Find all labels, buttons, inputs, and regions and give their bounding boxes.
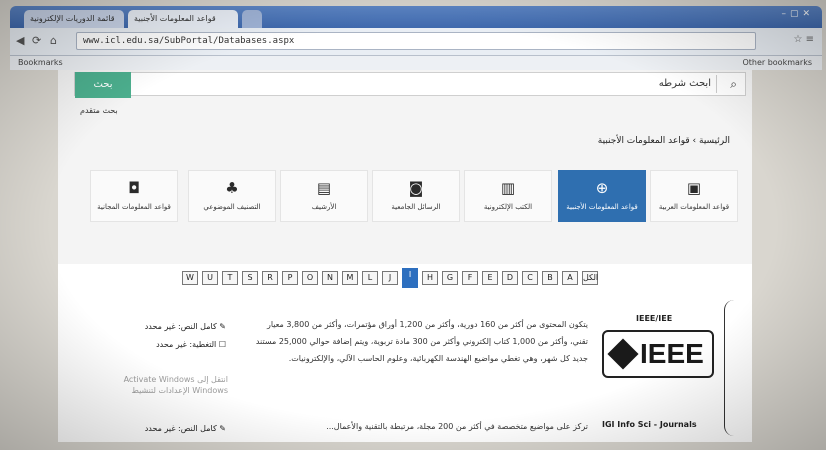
logo-text: IEEE	[640, 338, 704, 369]
alphabet-letter[interactable]: P	[282, 271, 298, 285]
free-db-icon: ◘	[128, 179, 140, 197]
category-label: قواعد المعلومات العربية	[658, 203, 730, 211]
fulltext-label: ✎ كامل النص: غير محدد	[144, 424, 226, 433]
category-label: الأرشيف	[311, 203, 337, 211]
database-icon: ▣	[686, 179, 702, 197]
search-bar: بحث ابحث شرطه ⌕	[74, 72, 746, 98]
coverage-value: التغطية: غير محدد	[156, 340, 217, 349]
alphabet-filter-band: الكل A B C D E F G H I J L M N O P R S T U W	[58, 264, 752, 292]
alphabet-letter[interactable]: O	[302, 271, 318, 285]
entry-title[interactable]: IGI Info Sci - Journals	[602, 420, 697, 429]
category-theses[interactable]: ◙ الرسائل الجامعية	[372, 170, 460, 222]
search-input[interactable]: ابحث شرطه	[659, 78, 711, 89]
category-label: قواعد المعلومات المجانية	[97, 203, 171, 211]
category-label: الكتب الإلكترونية	[483, 203, 533, 211]
browser-tab-bar: قائمة الدوريات الإلكترونية قواعد المعلوم…	[10, 6, 822, 28]
alphabet-letter[interactable]: N	[322, 271, 338, 285]
category-foreign-databases[interactable]: ⊕ قواعد المعلومات الأجنبية	[558, 170, 646, 222]
alphabet-letter[interactable]: C	[522, 271, 538, 285]
coverage-label: ☐ التغطية: غير محدد	[156, 340, 226, 349]
breadcrumb[interactable]: الرئيسية › قواعد المعلومات الأجنبية	[598, 136, 730, 146]
category-subject-classification[interactable]: ♣ التصنيف الموضوعي	[188, 170, 276, 222]
alphabet-letter[interactable]: E	[482, 271, 498, 285]
fulltext-value: كامل النص: غير محدد	[144, 322, 217, 331]
alphabet-letter[interactable]: B	[542, 271, 558, 285]
new-tab-button[interactable]	[242, 10, 262, 28]
window-controls[interactable]: –▢✕	[781, 9, 814, 19]
category-arabic-databases[interactable]: ▣ قواعد المعلومات العربية	[650, 170, 738, 222]
alphabet-letter[interactable]: M	[342, 271, 358, 285]
browser-toolbar: ◀ ⟳ ⌂ www.icl.edu.sa/SubPortal/Databases…	[10, 28, 822, 56]
alphabet-letter[interactable]: R	[262, 271, 278, 285]
alphabet-letter[interactable]: D	[502, 271, 518, 285]
fulltext-value: كامل النص: غير محدد	[144, 424, 217, 433]
star-icon[interactable]: ☆ ≡	[793, 34, 814, 45]
alphabet-letter[interactable]: S	[242, 271, 258, 285]
browser-tab-active[interactable]: قواعد المعلومات الأجنبية	[128, 10, 238, 28]
alphabet-letter[interactable]: H	[422, 271, 438, 285]
category-tiles: ▣ قواعد المعلومات العربية ⊕ قواعد المعلو…	[90, 170, 738, 222]
archive-icon: ▤	[316, 179, 332, 197]
fulltext-label: ✎ كامل النص: غير محدد	[144, 322, 226, 331]
alphabet-letter[interactable]: F	[462, 271, 478, 285]
category-label: الرسائل الجامعية	[391, 203, 441, 211]
globe-icon: ⊕	[595, 179, 609, 197]
browser-tab[interactable]: قائمة الدوريات الإلكترونية	[24, 10, 124, 28]
back-icon[interactable]: ◀	[16, 34, 24, 47]
bookmarks-label[interactable]: Bookmarks	[18, 58, 63, 67]
category-free-databases[interactable]: ◘ قواعد المعلومات المجانية	[90, 170, 178, 222]
address-bar[interactable]: www.icl.edu.sa/SubPortal/Databases.aspx	[76, 32, 756, 50]
database-list: IEEE/IEE IEEE يتكون المحتوى من أكثر من 1…	[58, 292, 752, 442]
category-ebooks[interactable]: ▥ الكتب الإلكترونية	[464, 170, 552, 222]
bookmarks-bar: Bookmarks Other bookmarks	[10, 56, 822, 70]
sitemap-icon: ♣	[225, 179, 239, 197]
entry-description: يتكون المحتوى من أكثر من 160 دورية، وأكث…	[255, 320, 588, 363]
search-icon[interactable]: ⌕	[730, 77, 737, 92]
other-bookmarks[interactable]: Other bookmarks	[742, 58, 812, 67]
advanced-search-link[interactable]: بحث متقدم	[80, 106, 118, 115]
reload-icon[interactable]: ⟳	[32, 34, 41, 47]
alphabet-letter[interactable]: G	[442, 271, 458, 285]
alphabet-letter[interactable]: A	[562, 271, 578, 285]
home-icon[interactable]: ⌂	[50, 34, 57, 47]
alphabet-letter[interactable]: الكل	[582, 271, 598, 285]
brace-decoration	[724, 300, 736, 436]
entry-description: تركز على مواضيع متخصصة في أكثر من 200 مج…	[326, 422, 588, 431]
category-label: التصنيف الموضوعي	[203, 203, 261, 211]
divider	[716, 75, 717, 93]
search-button[interactable]: بحث	[75, 72, 131, 98]
alphabet-letter[interactable]: L	[362, 271, 378, 285]
book-icon: ▥	[500, 179, 516, 197]
alphabet-letter[interactable]: I	[402, 268, 418, 288]
alphabet-letter[interactable]: J	[382, 271, 398, 285]
ieee-diamond-icon	[607, 338, 639, 370]
thesis-icon: ◙	[408, 179, 424, 197]
alphabet-letter[interactable]: T	[222, 271, 238, 285]
ieee-logo[interactable]: IEEE	[602, 330, 714, 378]
alphabet-letter[interactable]: W	[182, 271, 198, 285]
windows-watermark: Activate Windows انتقل إلى الإعدادات لتن…	[123, 375, 228, 395]
entry-title[interactable]: IEEE/IEE	[636, 314, 672, 323]
page-content: بحث ابحث شرطه ⌕ بحث متقدم الرئيسية › قوا…	[58, 70, 752, 442]
category-label: قواعد المعلومات الأجنبية	[566, 203, 638, 211]
category-archive[interactable]: ▤ الأرشيف	[280, 170, 368, 222]
alphabet-letter[interactable]: U	[202, 271, 218, 285]
